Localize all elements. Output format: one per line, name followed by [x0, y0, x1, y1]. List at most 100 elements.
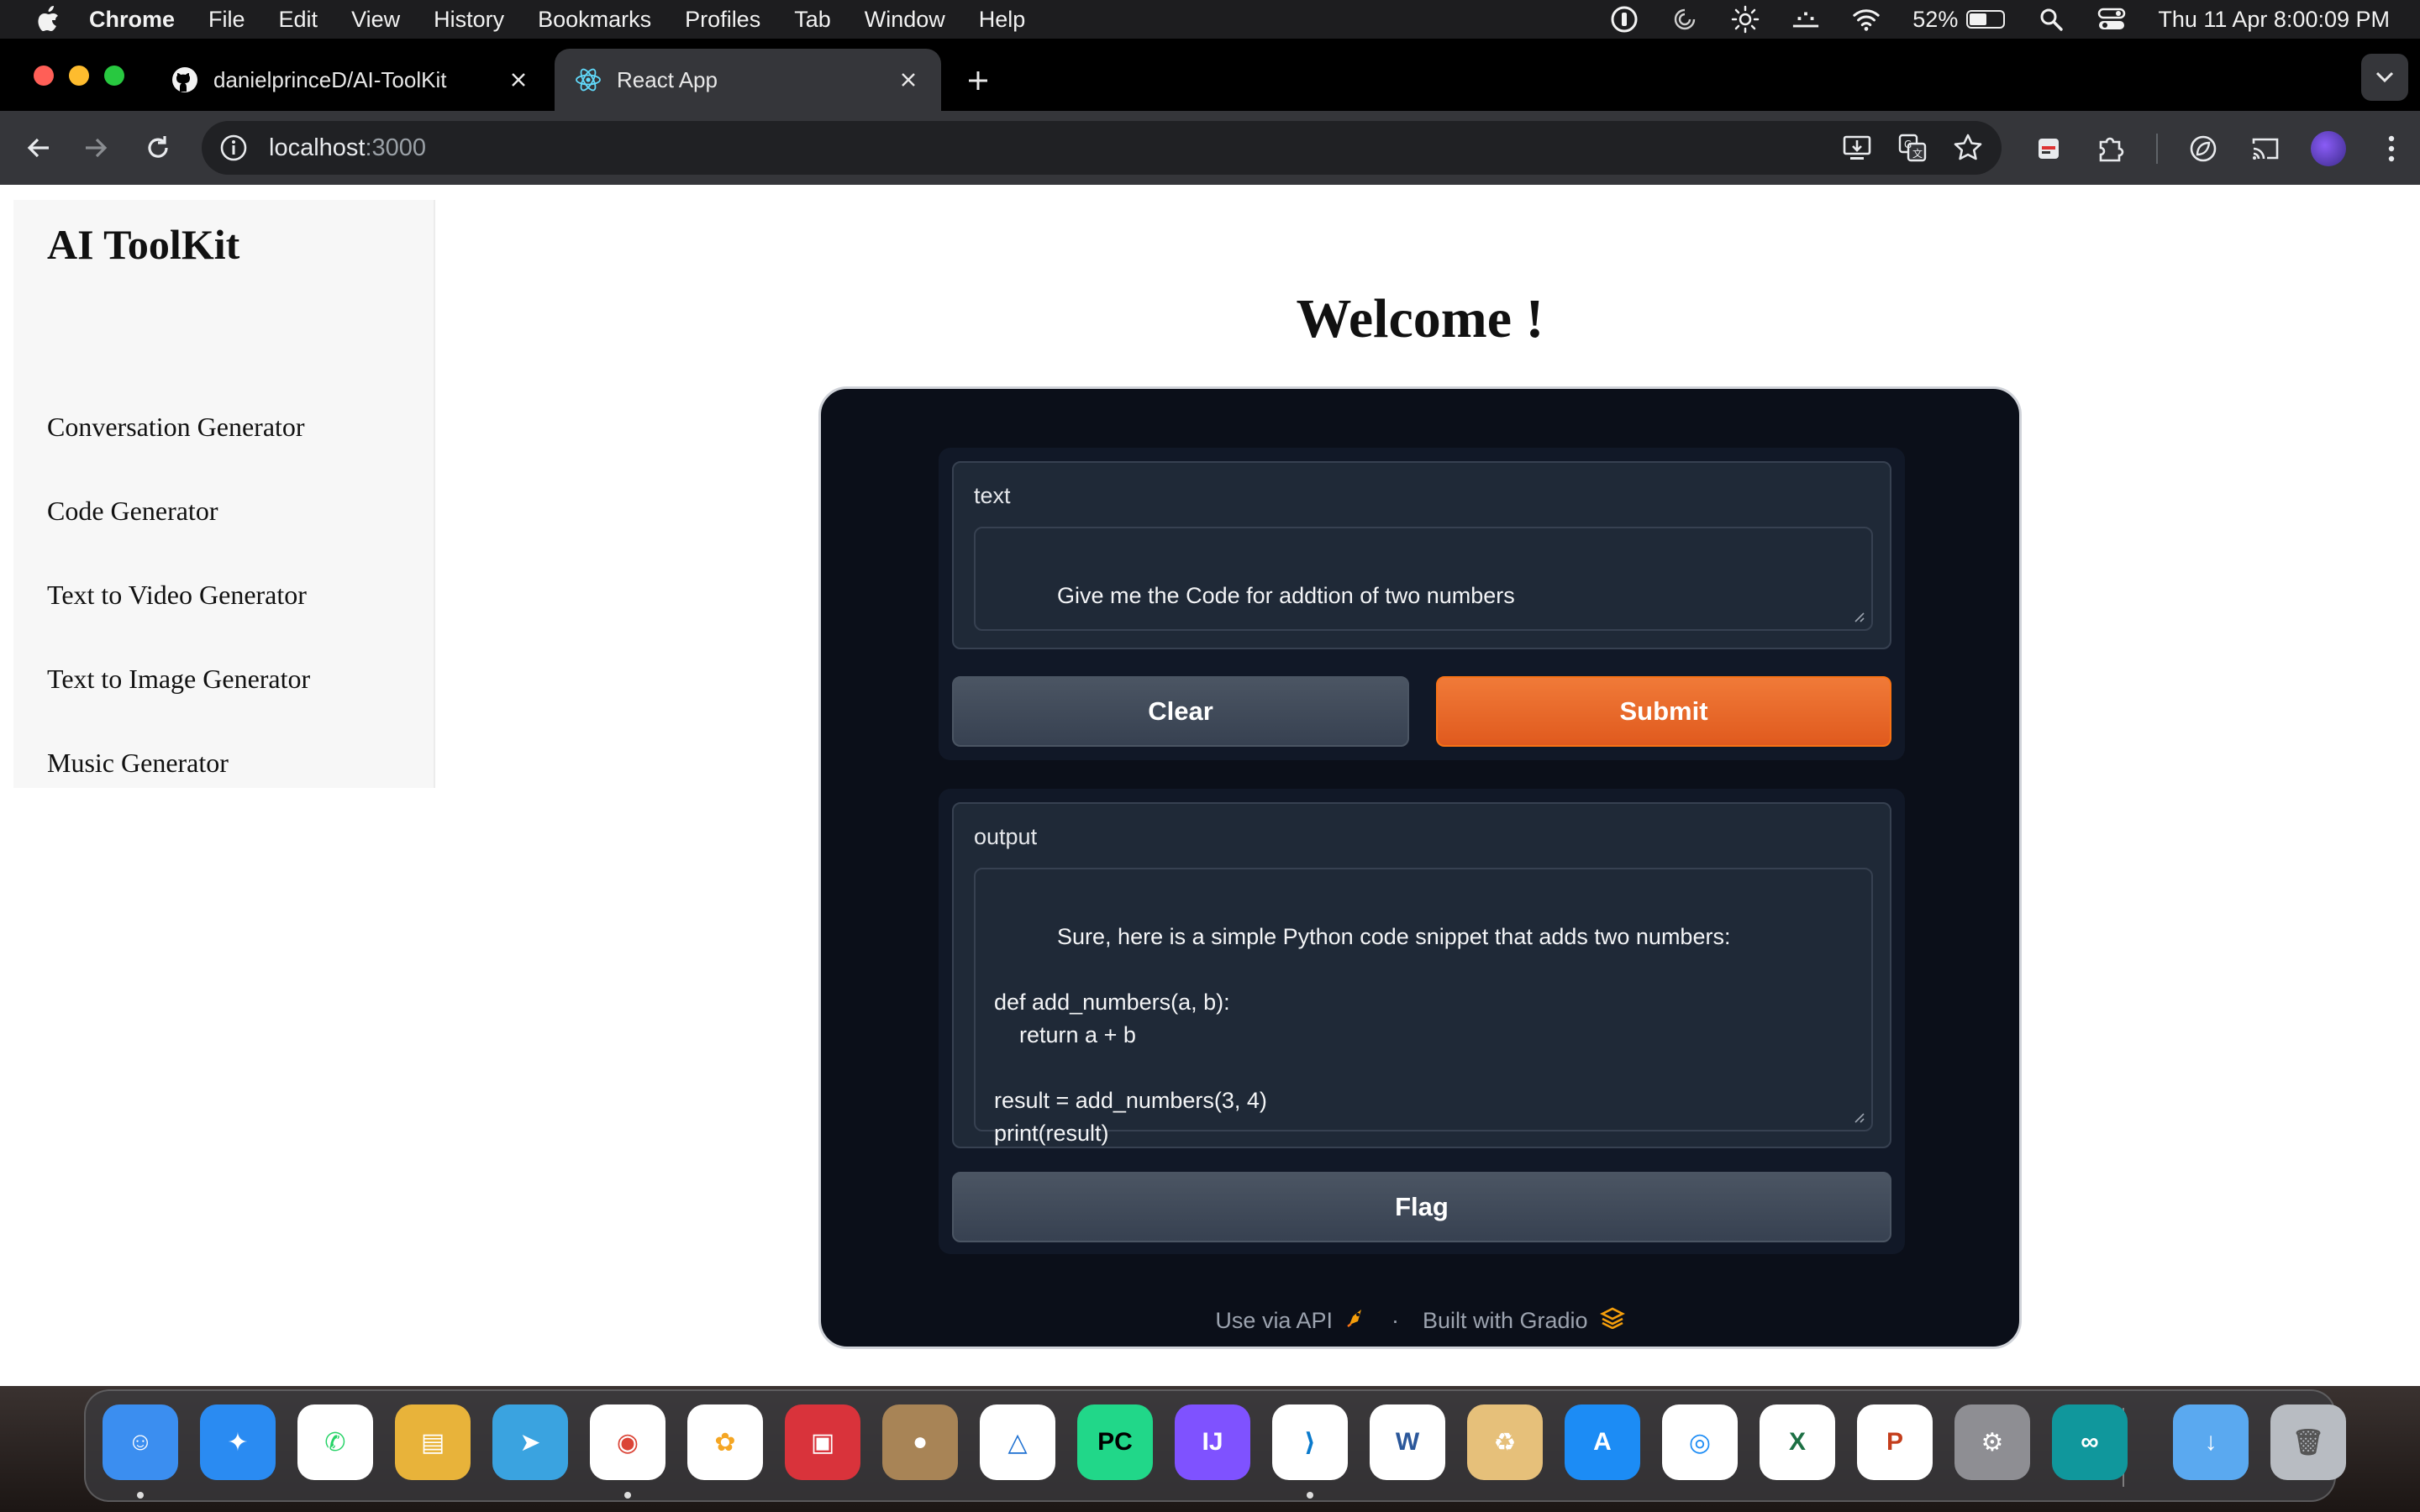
output-panel: output Sure, here is a simple Python cod…	[939, 789, 1905, 1254]
excel-icon[interactable]: X	[1760, 1404, 1835, 1480]
wifi-icon[interactable]	[1852, 5, 1881, 34]
submit-button[interactable]: Submit	[1436, 676, 1891, 747]
tab-search-icon[interactable]	[2361, 54, 2408, 101]
text-input-value: Give me the Code for addtion of two numb…	[1057, 583, 1515, 608]
url-text: localhost:3000	[269, 134, 426, 162]
app-store-icon[interactable]: A	[1565, 1404, 1640, 1480]
finder-icon[interactable]: ☺	[103, 1404, 178, 1480]
minimize-window-button[interactable]	[69, 66, 89, 86]
text-input-block: text Give me the Code for addtion of two…	[952, 461, 1891, 649]
tab-label: React App	[617, 66, 718, 92]
downloads-folder-icon[interactable]: ↓	[2173, 1404, 2249, 1480]
menu-edit[interactable]: Edit	[279, 7, 318, 33]
close-tab-icon[interactable]	[506, 67, 531, 92]
airdrop-icon[interactable]: ◎	[1662, 1404, 1738, 1480]
safari-icon[interactable]: ✦	[200, 1404, 276, 1480]
menu-view[interactable]: View	[351, 7, 400, 33]
running-indicator	[137, 1492, 144, 1499]
dock: ☺ ✦ ✆ ▤ ➤ ◉ ✿ ▣ ● △ PC IJ ⟩ W ♻ A ◎ X P ⚙ ∞ ↓ 🗑	[84, 1389, 2346, 1502]
profile-avatar[interactable]	[2311, 131, 2346, 166]
use-via-api-link[interactable]: Use via API	[1215, 1308, 1333, 1334]
input-panel: text Give me the Code for addtion of two…	[939, 448, 1905, 760]
svg-text:G: G	[1904, 139, 1912, 150]
archive-utility-icon[interactable]: ♻	[1467, 1404, 1543, 1480]
reload-icon[interactable]	[138, 128, 178, 168]
photo-booth-icon[interactable]: ▣	[785, 1404, 860, 1480]
clear-button[interactable]: Clear	[952, 676, 1409, 747]
more-menu-icon[interactable]	[2375, 132, 2408, 165]
menu-bookmarks[interactable]: Bookmarks	[538, 7, 651, 33]
sidebar-item-conversation-generator[interactable]: Conversation Generator	[47, 410, 310, 494]
performance-leaf-icon[interactable]	[2186, 132, 2220, 165]
zoom-window-button[interactable]	[104, 66, 124, 86]
cast-icon[interactable]	[2249, 132, 2282, 165]
pycharm-icon[interactable]: PC	[1077, 1404, 1153, 1480]
text-input[interactable]: Give me the Code for addtion of two numb…	[974, 527, 1873, 631]
translate-icon[interactable]: G文	[1896, 131, 1929, 165]
address-bar[interactable]: localhost:3000 G文	[202, 121, 2002, 175]
bookmark-star-icon[interactable]	[1951, 131, 1985, 165]
sidebar-item-music-generator[interactable]: Music Generator	[47, 746, 310, 830]
battery-level	[1970, 13, 1987, 25]
new-tab-icon[interactable]	[961, 64, 995, 97]
flag-button[interactable]: Flag	[952, 1172, 1891, 1242]
menu-window[interactable]: Window	[865, 7, 945, 33]
intellij-icon[interactable]: IJ	[1175, 1404, 1250, 1480]
back-icon[interactable]	[18, 128, 59, 168]
menu-help[interactable]: Help	[979, 7, 1026, 33]
menu-bar: Chrome File Edit View History Bookmarks …	[0, 0, 2420, 39]
running-indicator	[624, 1492, 631, 1499]
instruments-icon[interactable]: △	[980, 1404, 1055, 1480]
spotlight-search-icon[interactable]	[2037, 5, 2065, 34]
extension-red-icon[interactable]	[2032, 132, 2065, 165]
contacts-icon[interactable]: ●	[882, 1404, 958, 1480]
battery-status[interactable]: 52%	[1912, 7, 2006, 33]
telegram-icon[interactable]: ➤	[492, 1404, 568, 1480]
output-textbox[interactable]: Sure, here is a simple Python code snipp…	[974, 868, 1873, 1146]
resize-handle-icon[interactable]	[1851, 609, 1865, 622]
control-center-icon[interactable]	[2097, 5, 2126, 34]
sidebar-item-text-to-image-generator[interactable]: Text to Image Generator	[47, 662, 310, 746]
tab-github[interactable]: danielprinceD/AI-ToolKit	[151, 49, 551, 111]
site-info-icon[interactable]	[217, 131, 250, 165]
menu-history[interactable]: History	[434, 7, 504, 33]
photos-icon[interactable]: ✿	[687, 1404, 763, 1480]
text-input-label: text	[974, 483, 1011, 508]
install-app-icon[interactable]	[1840, 131, 1874, 165]
close-tab-icon[interactable]	[896, 67, 921, 92]
tab-react-app[interactable]: React App	[555, 49, 941, 111]
classroom-icon[interactable]: ▤	[395, 1404, 471, 1480]
extensions-puzzle-icon[interactable]	[2094, 132, 2128, 165]
whatsapp-icon[interactable]: ✆	[297, 1404, 373, 1480]
sidebar-nav: Conversation Generator Code Generator Te…	[47, 410, 310, 830]
svg-text:文: 文	[1912, 147, 1923, 160]
close-window-button[interactable]	[34, 66, 54, 86]
arduino-icon[interactable]: ∞	[2052, 1404, 2128, 1480]
clock[interactable]: Thu 11 Apr 8:00:09 PM	[2158, 7, 2390, 33]
vscode-icon[interactable]: ⟩	[1272, 1404, 1348, 1480]
rocket-icon	[1344, 1306, 1368, 1336]
chrome-icon[interactable]: ◉	[590, 1404, 666, 1480]
menu-tab[interactable]: Tab	[794, 7, 831, 33]
system-settings-icon[interactable]: ⚙	[1954, 1404, 2030, 1480]
word-icon[interactable]: W	[1370, 1404, 1445, 1480]
menu-file[interactable]: File	[208, 7, 245, 33]
menu-profiles[interactable]: Profiles	[685, 7, 760, 33]
toolbar-separator	[2156, 134, 2158, 164]
sidebar-item-text-to-video-generator[interactable]: Text to Video Generator	[47, 578, 310, 662]
apple-icon[interactable]	[32, 3, 64, 35]
sidebar-item-code-generator[interactable]: Code Generator	[47, 494, 310, 578]
brightness-icon[interactable]	[1731, 5, 1760, 34]
trash-icon[interactable]: 🗑	[2270, 1404, 2346, 1480]
screen-mirroring-icon[interactable]	[1791, 5, 1820, 34]
gradio-logo-icon	[1599, 1307, 1625, 1335]
menu-app-chrome[interactable]: Chrome	[89, 7, 175, 33]
built-with-gradio-link[interactable]: Built with Gradio	[1423, 1308, 1588, 1334]
spiral-icon[interactable]	[1670, 5, 1699, 34]
footer-separator: ·	[1391, 1308, 1399, 1333]
resize-handle-icon[interactable]	[1851, 1110, 1865, 1123]
password-manager-icon[interactable]	[1610, 5, 1639, 34]
page-viewport: AI ToolKit Conversation Generator Code G…	[0, 185, 2420, 1386]
powerpoint-icon[interactable]: P	[1857, 1404, 1933, 1480]
forward-icon[interactable]	[76, 128, 116, 168]
